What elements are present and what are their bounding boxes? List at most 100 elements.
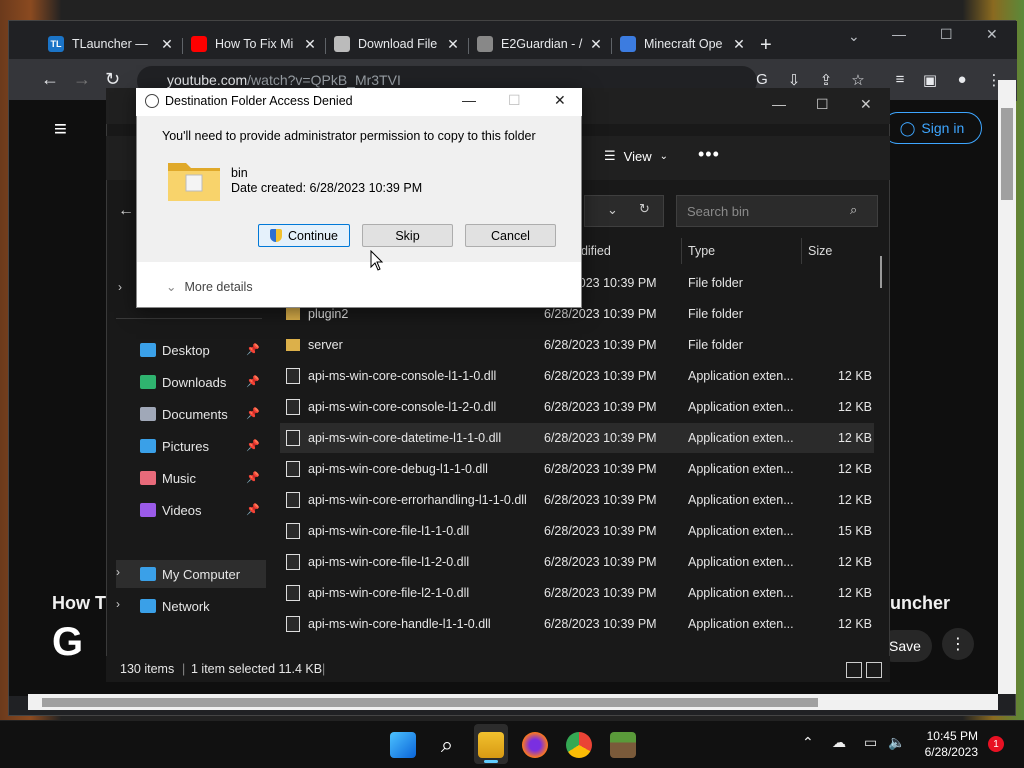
file-row[interactable]: api-ms-win-core-file-l1-2-0.dll 6/28/2023… [280, 547, 874, 577]
search-taskbar-icon[interactable]: ⌕ [434, 732, 460, 758]
file-row[interactable]: api-ms-win-core-datetime-l1-1-0.dll 6/28/… [280, 423, 874, 453]
profile-icon[interactable]: ● [953, 71, 971, 89]
nav-item-pictures[interactable]: Pictures 📌 [116, 432, 266, 460]
file-row[interactable]: api-ms-win-core-file-l2-1-0.dll 6/28/2023… [280, 578, 874, 608]
share-icon[interactable]: ⇪ [817, 71, 835, 89]
file-explorer-taskbar-icon[interactable] [478, 732, 504, 758]
dialog-minimize-icon[interactable]: — [462, 92, 476, 108]
more-details-toggle[interactable]: ⌄ More details [166, 279, 253, 294]
windows-start-icon[interactable] [390, 732, 416, 758]
expand-chevron-icon[interactable]: › [118, 280, 122, 294]
tab-close-icon[interactable]: ✕ [731, 36, 747, 53]
skip-button[interactable]: Skip [362, 224, 453, 247]
pin-icon[interactable]: 📌 [246, 343, 260, 356]
more-actions-button[interactable]: ⋮ [942, 628, 974, 660]
tab-close-icon[interactable]: ✕ [159, 36, 175, 53]
nav-item-label: Network [162, 598, 210, 614]
volume-icon[interactable]: 🔈 [888, 734, 905, 751]
chrome-taskbar-icon[interactable] [566, 732, 592, 758]
tab-4[interactable]: E2Guardian - / ✕ [469, 28, 612, 60]
show-hidden-icons-icon[interactable]: ⌃ [802, 734, 814, 751]
reload-icon[interactable]: ↻ [105, 69, 120, 90]
tab-search-icon[interactable]: ⌄ [848, 28, 860, 45]
forward-icon[interactable]: → [73, 69, 91, 90]
pin-icon[interactable]: 📌 [246, 407, 260, 420]
explorer-close-icon[interactable]: ✕ [860, 96, 872, 113]
close-window-icon[interactable]: ✕ [986, 26, 998, 43]
cancel-button[interactable]: Cancel [465, 224, 556, 247]
page-horizontal-scroll-thumb[interactable] [42, 698, 818, 707]
tab-2[interactable]: How To Fix Mi ✕ [183, 28, 326, 60]
tiles-view-icon[interactable] [866, 662, 882, 678]
column-header-type[interactable]: Type [688, 244, 715, 258]
explorer-back-icon[interactable]: ← [118, 202, 134, 220]
minecraft-taskbar-icon[interactable] [610, 732, 636, 758]
address-dropdown-icon[interactable]: ⌄ [607, 202, 618, 218]
firefox-taskbar-icon[interactable] [522, 732, 548, 758]
pin-icon[interactable]: 📌 [246, 439, 260, 452]
back-icon[interactable]: ← [41, 69, 59, 90]
tab-close-icon[interactable]: ✕ [302, 36, 318, 53]
minimize-icon[interactable]: — [892, 26, 906, 42]
file-list-scrollbar[interactable] [880, 256, 882, 288]
tab-title: E2Guardian - / [501, 37, 583, 51]
details-view-icon[interactable] [846, 662, 862, 678]
youtube-sign-in-button[interactable]: ◯ Sign in [882, 112, 982, 144]
file-type: Application exten... [688, 586, 794, 600]
page-vertical-scroll-thumb[interactable] [1001, 108, 1013, 200]
account-icon: ◯ [899, 119, 916, 136]
google-icon[interactable]: G [753, 71, 771, 89]
pin-icon[interactable]: 📌 [246, 471, 260, 484]
nav-item-my-computer[interactable]: › My Computer [116, 560, 266, 588]
nav-item-desktop[interactable]: Desktop 📌 [116, 336, 266, 364]
nav-item-documents[interactable]: Documents 📌 [116, 400, 266, 428]
maximize-icon[interactable]: ☐ [940, 26, 953, 43]
nav-item-videos[interactable]: Videos 📌 [116, 496, 266, 524]
file-date-modified: 6/28/2023 10:39 PM [544, 400, 657, 414]
nav-item-network[interactable]: › Network [116, 592, 266, 620]
file-row[interactable]: api-ms-win-core-console-l1-1-0.dll 6/28/2… [280, 361, 874, 391]
hamburger-menu-icon[interactable]: ≡ [54, 116, 67, 142]
explorer-maximize-icon[interactable]: ☐ [816, 96, 829, 113]
notification-badge[interactable]: 1 [988, 736, 1004, 752]
explorer-minimize-icon[interactable]: — [772, 96, 786, 112]
nav-item-downloads[interactable]: Downloads 📌 [116, 368, 266, 396]
media-icon[interactable]: ≡ [891, 71, 909, 89]
continue-button[interactable]: Continue [258, 224, 350, 247]
view-menu-button[interactable]: ☰ View ⌄ [604, 148, 668, 164]
tab-close-icon[interactable]: ✕ [588, 36, 604, 53]
clock-time[interactable]: 10:45 PM [926, 729, 978, 743]
column-header-size[interactable]: Size [808, 244, 832, 258]
file-row[interactable]: api-ms-win-core-console-l1-2-0.dll 6/28/2… [280, 392, 874, 422]
new-tab-button[interactable]: + [760, 34, 772, 57]
nav-item-music[interactable]: Music 📌 [116, 464, 266, 492]
pin-icon[interactable]: 📌 [246, 375, 260, 388]
file-row[interactable]: server 6/28/2023 10:39 PM File folder [280, 330, 874, 360]
column-divider[interactable] [801, 238, 802, 264]
bookmark-star-icon[interactable]: ☆ [849, 71, 867, 89]
file-row[interactable]: api-ms-win-core-file-l1-1-0.dll 6/28/2023… [280, 516, 874, 546]
sidepanel-icon[interactable]: ▣ [921, 71, 939, 89]
network-tray-icon[interactable]: ▭ [864, 734, 877, 751]
dialog-close-icon[interactable]: ✕ [554, 92, 566, 109]
see-more-icon[interactable]: ••• [698, 144, 720, 165]
tab-5[interactable]: Minecraft Ope ✕ [612, 28, 755, 60]
pin-icon[interactable]: 📌 [246, 503, 260, 516]
column-divider[interactable] [681, 238, 682, 264]
channel-avatar[interactable]: G [52, 620, 83, 665]
tab-3[interactable]: Download File ✕ [326, 28, 469, 60]
refresh-icon[interactable]: ↻ [639, 201, 650, 217]
file-row[interactable]: api-ms-win-core-debug-l1-1-0.dll 6/28/202… [280, 454, 874, 484]
search-input[interactable]: Search bin [676, 195, 878, 227]
cloud-icon[interactable]: ☁ [832, 734, 846, 751]
file-row[interactable]: api-ms-win-core-errorhandling-l1-1-0.dll… [280, 485, 874, 515]
tab-1[interactable]: TL TLauncher — ✕ [40, 28, 183, 60]
expand-chevron-icon[interactable]: › [116, 565, 120, 579]
file-row[interactable]: api-ms-win-core-handle-l1-1-0.dll 6/28/20… [280, 609, 874, 639]
install-icon[interactable]: ⇩ [785, 71, 803, 89]
expand-chevron-icon[interactable]: › [116, 597, 120, 611]
clock-date[interactable]: 6/28/2023 [920, 745, 978, 759]
view-icon: ☰ [604, 148, 616, 163]
explorer-address-bar[interactable]: ⌄ ↻ [584, 195, 664, 227]
tab-close-icon[interactable]: ✕ [445, 36, 461, 53]
